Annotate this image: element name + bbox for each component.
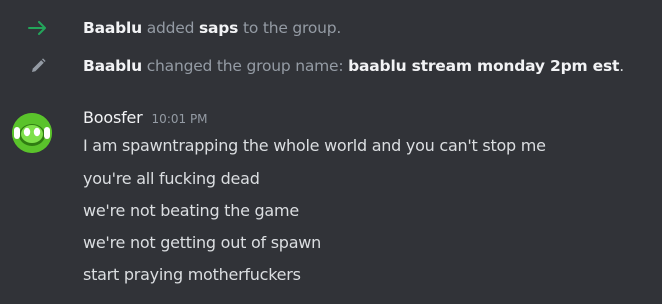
message-header: Boosfer 10:01 PM — [83, 108, 208, 130]
target-name[interactable]: saps — [199, 19, 238, 37]
author-name[interactable]: Boosfer — [83, 108, 143, 127]
system-message-text: Baablu changed the group name: baablu st… — [83, 57, 624, 75]
avatar-image — [12, 113, 52, 153]
pencil-icon — [28, 56, 48, 76]
action-text: changed the group name: — [141, 57, 349, 75]
arrow-right-icon — [28, 18, 48, 38]
message-line: you're all fucking dead — [83, 169, 260, 188]
system-message-member-added: Baablu added saps to the group. — [0, 17, 662, 39]
new-group-name: baablu stream monday 2pm est — [348, 57, 620, 75]
message-timestamp[interactable]: 10:01 PM — [152, 112, 208, 126]
message-line: we're not getting out of spawn — [83, 233, 321, 252]
message-line: I am spawntrapping the whole world and y… — [83, 136, 546, 155]
suffix-text: . — [619, 57, 624, 75]
suffix-text: to the group. — [238, 19, 342, 37]
action-text: added — [141, 19, 199, 37]
system-message-text: Baablu added saps to the group. — [83, 19, 341, 37]
system-message-group-renamed: Baablu changed the group name: baablu st… — [0, 55, 662, 77]
message-line: start praying motherfuckers — [83, 265, 301, 284]
avatar[interactable] — [12, 113, 52, 153]
message-line: we're not beating the game — [83, 201, 299, 220]
actor-name[interactable]: Baablu — [83, 19, 142, 37]
actor-name[interactable]: Baablu — [83, 57, 142, 75]
